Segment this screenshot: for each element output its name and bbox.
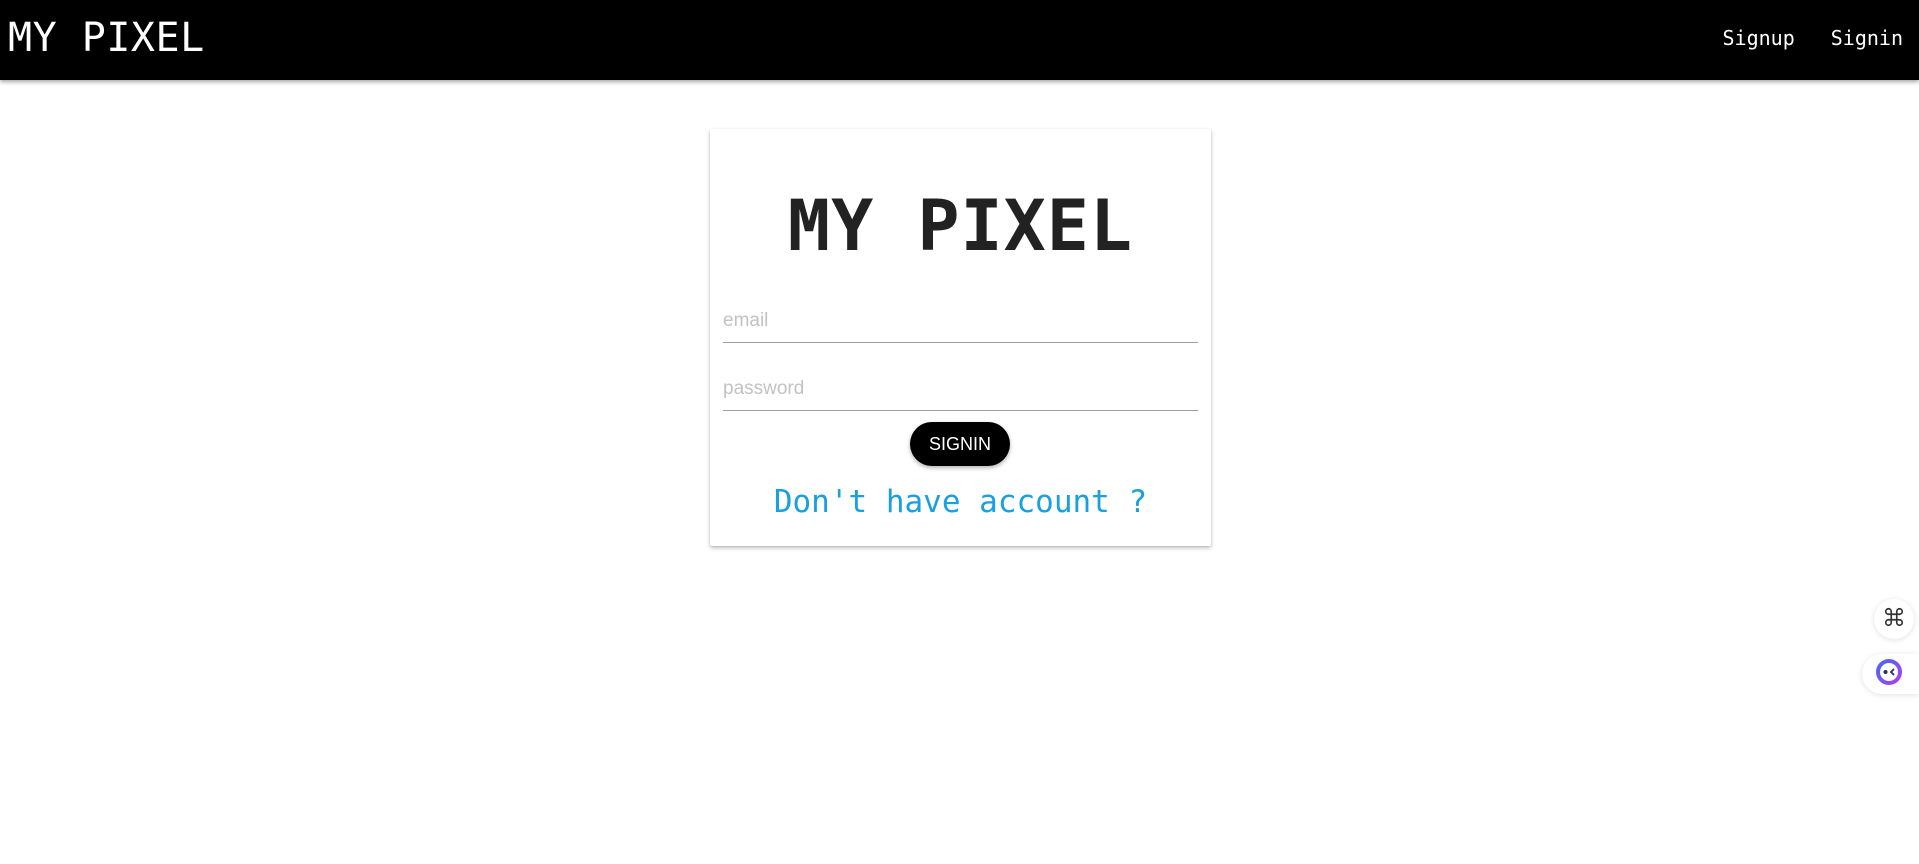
signin-button[interactable]: SIGNIN: [910, 422, 1010, 466]
password-input[interactable]: [723, 367, 1198, 411]
assistant-bot-icon: [1874, 657, 1904, 692]
signup-prompt-link[interactable]: Don't have account ?: [710, 484, 1211, 520]
email-input[interactable]: [723, 299, 1198, 343]
nav-links: Signup Signin: [1687, 26, 1904, 50]
top-navbar: MY PIXEL Signup Signin: [0, 0, 1919, 80]
signin-card: MY PIXEL SIGNIN Don't have account ?: [710, 129, 1211, 546]
assistant-widget-button[interactable]: [1862, 654, 1919, 694]
card-title: MY PIXEL: [787, 185, 1134, 267]
command-widget-button[interactable]: [1874, 599, 1914, 639]
nav-signup-link[interactable]: Signup: [1723, 26, 1795, 50]
command-icon: [1883, 606, 1905, 633]
nav-signin-link[interactable]: Signin: [1831, 26, 1903, 50]
brand-logo[interactable]: MY PIXEL: [8, 18, 205, 58]
